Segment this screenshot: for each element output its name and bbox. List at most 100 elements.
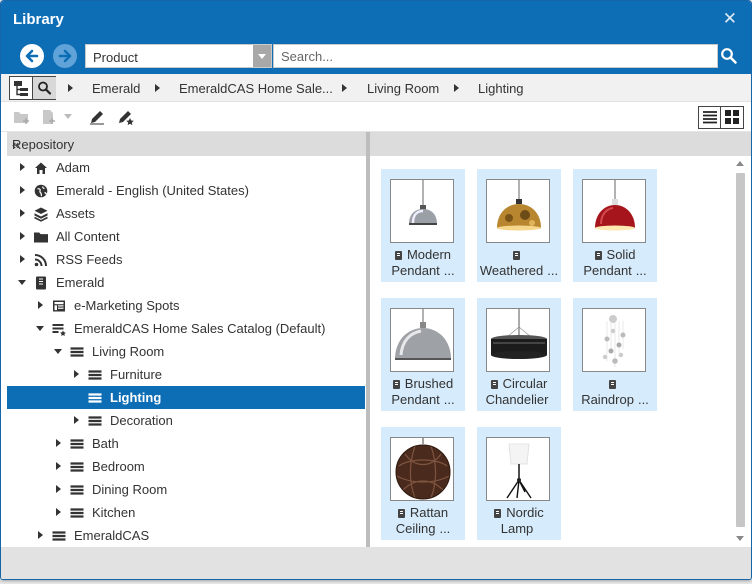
new-folder-icon[interactable]	[13, 109, 31, 125]
product-caption-line1: Modern	[381, 247, 465, 263]
grid-icon	[725, 110, 739, 124]
breadcrumb-item[interactable]: Living Room	[367, 81, 439, 96]
tree-item[interactable]: Bath	[7, 432, 365, 455]
product-caption-line1: Solid	[573, 247, 657, 263]
list-icon	[703, 111, 717, 124]
expand-right-icon[interactable]	[20, 232, 25, 240]
category-icon	[52, 531, 66, 541]
scroll-down-icon[interactable]	[736, 536, 744, 541]
product-type-icon	[397, 509, 405, 518]
edit-special-icon[interactable]	[117, 109, 135, 125]
tree-item[interactable]: All Content	[7, 225, 365, 248]
tree-item[interactable]: Bedroom	[7, 455, 365, 478]
tree-item[interactable]: RSS Feeds	[7, 248, 365, 271]
product-image	[487, 309, 549, 371]
breadcrumb-item[interactable]: EmeraldCAS Home Sale...	[179, 81, 333, 96]
breadcrumb-item[interactable]: Emerald	[92, 81, 140, 96]
tree-item[interactable]: Assets	[7, 202, 365, 225]
expand-right-icon[interactable]	[56, 508, 61, 516]
tree-item-label: EmeraldCAS Home Sales Catalog (Default)	[74, 321, 326, 336]
product-name-part1: Modern	[406, 247, 452, 262]
product-caption-line2: Raindrop...	[573, 392, 657, 408]
product-caption-line2: Ceiling...	[381, 521, 465, 537]
tree-item[interactable]: Emerald	[7, 271, 365, 294]
product-type-icon	[594, 251, 602, 260]
expand-down-icon[interactable]	[36, 326, 44, 331]
product-tile[interactable]: Brushed Pendant...	[381, 298, 465, 411]
scroll-up-icon[interactable]	[736, 161, 744, 166]
expand-right-icon[interactable]	[20, 163, 25, 171]
search-view-button[interactable]	[33, 77, 56, 99]
tree-item-label: Assets	[56, 206, 96, 221]
breadcrumb-item[interactable]: Lighting	[478, 81, 524, 96]
expand-right-icon[interactable]	[56, 462, 61, 470]
expand-right-icon[interactable]	[20, 186, 25, 194]
product-name-part1: Brushed	[404, 376, 454, 391]
close-icon[interactable]: ✕	[723, 9, 737, 29]
content-type-select[interactable]: Product	[85, 44, 272, 68]
tree-item[interactable]: EmeraldCAS Home Sales Catalog (Default)	[7, 317, 365, 340]
product-tile[interactable]: Modern Pendant...	[381, 169, 465, 282]
product-thumbnail	[390, 179, 454, 243]
expand-right-icon[interactable]	[20, 255, 25, 263]
arrow-right-icon	[58, 49, 72, 63]
product-tile[interactable]: Weathered...	[477, 169, 561, 282]
tree-item[interactable]: Emerald - English (United States)	[7, 179, 365, 202]
product-tile[interactable]: Rattan Ceiling...	[381, 427, 465, 540]
product-tile[interactable]: Nordic Lamp	[477, 427, 561, 540]
tree-item[interactable]: e-Marketing Spots	[7, 294, 365, 317]
product-caption: Weathered...	[477, 247, 561, 279]
category-icon	[88, 370, 102, 380]
expand-right-icon[interactable]	[74, 416, 79, 424]
collapse-icon[interactable]: «	[12, 137, 360, 152]
product-tile[interactable]: Circular Chandelier	[477, 298, 561, 411]
new-content-icon[interactable]	[41, 109, 57, 125]
chevron-down-icon[interactable]	[64, 114, 72, 119]
product-caption-line2: Weathered...	[477, 263, 561, 279]
truncation-ellipsis: ...	[637, 392, 649, 407]
expand-right-icon[interactable]	[74, 370, 79, 378]
tree-item[interactable]: Dining Room	[7, 478, 365, 501]
tree-item[interactable]: Decoration	[7, 409, 365, 432]
chevron-down-icon[interactable]	[253, 45, 271, 67]
thumbnail-view-button[interactable]	[721, 107, 743, 128]
product-name-part2: Weathered	[479, 263, 544, 278]
product-tile[interactable]: Solid Pendant...	[573, 169, 657, 282]
expand-right-icon[interactable]	[38, 301, 43, 309]
forward-button[interactable]	[53, 44, 77, 68]
expand-down-icon[interactable]	[54, 349, 62, 354]
tree-item-label: e-Marketing Spots	[74, 298, 180, 313]
expand-down-icon[interactable]	[18, 280, 26, 285]
expand-right-icon[interactable]	[38, 531, 43, 539]
list-view-button[interactable]	[699, 107, 721, 128]
product-caption: Solid Pendant...	[573, 247, 657, 279]
tree-item-label: Living Room	[92, 344, 165, 359]
truncation-ellipsis: ...	[547, 263, 559, 278]
search-box[interactable]	[273, 44, 718, 68]
product-tile[interactable]: Raindrop...	[573, 298, 657, 411]
tree-item[interactable]: Adam	[7, 156, 365, 179]
content-type-value: Product	[93, 50, 138, 65]
scrollbar[interactable]	[732, 156, 748, 547]
edit-icon[interactable]	[89, 109, 105, 125]
tree-item[interactable]: Furniture	[7, 363, 365, 386]
repository-header: Repository «	[7, 132, 366, 156]
toolbar	[1, 102, 751, 132]
expand-right-icon[interactable]	[20, 209, 25, 217]
back-button[interactable]	[20, 44, 44, 68]
scrollbar-thumb[interactable]	[736, 173, 745, 527]
tree-item[interactable]: Kitchen	[7, 501, 365, 524]
content-header	[370, 132, 751, 156]
expand-right-icon[interactable]	[56, 485, 61, 493]
search-input[interactable]	[274, 45, 704, 67]
tree-item[interactable]: Lighting	[7, 386, 365, 409]
tree-item[interactable]: Living Room	[7, 340, 365, 363]
product-caption: Nordic Lamp	[477, 505, 561, 537]
layout-toggle[interactable]	[698, 106, 744, 129]
expand-right-icon[interactable]	[56, 439, 61, 447]
search-icon[interactable]	[720, 47, 738, 65]
tree-item[interactable]: EmeraldCAS	[7, 524, 365, 547]
tree-view-button[interactable]	[10, 77, 33, 99]
view-mode-toggle[interactable]	[9, 76, 56, 100]
product-name-part1: Solid	[606, 247, 636, 262]
